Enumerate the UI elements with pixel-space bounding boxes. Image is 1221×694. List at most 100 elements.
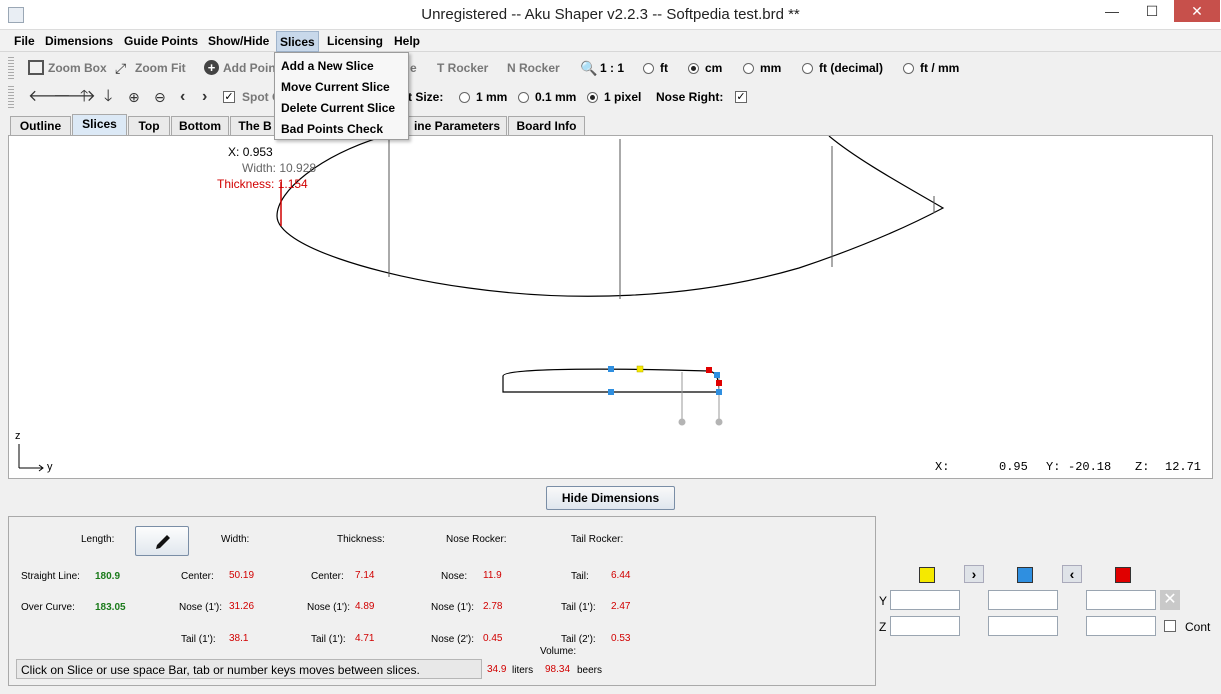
unit-ft-decimal-label[interactable]: ft (decimal)	[819, 61, 883, 75]
control-point-yellow	[636, 365, 644, 373]
unit-ft-mm-label[interactable]: ft / mm	[920, 61, 959, 75]
board-drawing[interactable]	[9, 136, 1212, 478]
zoom-box-icon[interactable]	[28, 60, 44, 75]
maximize-button[interactable]: ☐	[1135, 0, 1169, 22]
tab-top[interactable]: Top	[128, 116, 170, 136]
red-z-input[interactable]	[1086, 616, 1156, 636]
scale-icon[interactable]: 🔍	[580, 60, 597, 76]
unit-ft-radio[interactable]	[643, 63, 654, 74]
zoom-fit-icon[interactable]: ⤢	[115, 60, 126, 76]
zoom-in-icon[interactable]: ⊕	[128, 89, 140, 105]
unit-ft-label[interactable]: ft	[660, 61, 668, 75]
menu-licensing[interactable]: Licensing	[324, 33, 386, 51]
blue-y-input[interactable]	[988, 590, 1058, 610]
unit-ft-mm-radio[interactable]	[903, 63, 914, 74]
menu-dimensions[interactable]: Dimensions	[42, 33, 116, 51]
menu-move-current-slice[interactable]: Move Current Slice	[281, 80, 390, 94]
unit-mm-radio[interactable]	[743, 63, 754, 74]
z-readout-label: Z:	[1135, 460, 1150, 474]
width-value: 10.928	[279, 161, 317, 175]
arrow-up-icon[interactable]: 🡑	[80, 89, 88, 105]
chevron-right-icon[interactable]: ›	[202, 89, 207, 105]
nose-right-checkbox[interactable]: ✓	[735, 91, 747, 103]
yellow-y-input[interactable]	[890, 590, 960, 610]
yellow-z-input[interactable]	[890, 616, 960, 636]
control-point-blue-4	[716, 389, 722, 395]
red-y-input[interactable]	[1086, 590, 1156, 610]
thickness-nose1-label: Nose (1'):	[307, 602, 351, 613]
clear-icon[interactable]: ✕	[1160, 590, 1180, 610]
over-curve-label: Over Curve:	[21, 602, 75, 613]
unit-cm-label[interactable]: cm	[705, 61, 722, 75]
tab-the-board[interactable]: The B	[230, 116, 280, 136]
toolbar-grip[interactable]	[8, 57, 14, 79]
tab-outline[interactable]: Outline	[10, 116, 71, 136]
step-01mm-radio[interactable]	[518, 92, 529, 103]
toolbar-main: Zoom Box ⤢ Zoom Fit + Add Poin e T Rocke…	[8, 54, 1213, 82]
width-label: Width:	[242, 161, 277, 175]
menu-guide-points[interactable]: Guide Points	[121, 33, 201, 51]
zoom-fit-button[interactable]: Zoom Fit	[135, 61, 186, 75]
step-size-label: t Size:	[408, 90, 444, 104]
x-readout-label: X:	[935, 460, 950, 474]
toolbar-partial-label[interactable]: e	[410, 61, 417, 75]
title-bar: Unregistered -- Aku Shaper v2.2.3 -- Sof…	[0, 0, 1221, 30]
z-field-label: Z	[879, 620, 887, 634]
chevron-left-icon[interactable]: ‹	[180, 89, 185, 105]
step-1pixel-radio[interactable]	[587, 92, 598, 103]
dimensions-panel: Length: Width: Thickness: Nose Rocker: T…	[8, 516, 876, 686]
drawing-canvas[interactable]: X: 0.953 Width: 10.928 Thickness: 1.154 …	[8, 135, 1213, 479]
step-1pixel-label[interactable]: 1 pixel	[604, 90, 641, 104]
menu-bad-points-check[interactable]: Bad Points Check	[281, 122, 383, 136]
menu-add-new-slice[interactable]: Add a New Slice	[281, 59, 374, 73]
hide-dimensions-button[interactable]: Hide Dimensions	[546, 486, 675, 510]
status-message: Click on Slice or use space Bar, tab or …	[16, 659, 482, 679]
unit-mm-label[interactable]: mm	[760, 61, 781, 75]
t-rocker-button[interactable]: T Rocker	[437, 61, 488, 75]
menu-slices[interactable]: Slices	[276, 31, 319, 52]
edit-length-button[interactable]	[135, 526, 189, 556]
y-axis-label: y	[47, 461, 53, 473]
arrow-down-icon[interactable]: 🡓	[104, 89, 112, 105]
n-rocker-button[interactable]: N Rocker	[507, 61, 560, 75]
menu-show-hide[interactable]: Show/Hide	[205, 33, 272, 51]
nose-rocker-nose-label: Nose:	[441, 571, 468, 582]
arrow-right-icon[interactable]: 🡒	[53, 89, 96, 105]
window-title: Unregistered -- Aku Shaper v2.2.3 -- Sof…	[421, 6, 800, 23]
menu-delete-current-slice[interactable]: Delete Current Slice	[281, 101, 395, 115]
tail-rocker-tail1-label: Tail (1'):	[561, 602, 596, 613]
scale-label[interactable]: 1 : 1	[600, 61, 624, 75]
next-point-button[interactable]: ›	[964, 565, 984, 583]
control-point-red-2	[716, 380, 722, 386]
tab-bottom[interactable]: Bottom	[171, 116, 229, 136]
zoom-box-button[interactable]: Zoom Box	[48, 61, 107, 75]
unit-ft-decimal-radio[interactable]	[802, 63, 813, 74]
menu-help[interactable]: Help	[391, 33, 423, 51]
unit-cm-radio[interactable]	[688, 63, 699, 74]
add-point-button[interactable]: Add Poin	[223, 61, 276, 75]
thickness-header: Thickness:	[337, 534, 385, 545]
add-point-icon[interactable]: +	[204, 60, 219, 75]
previous-point-button[interactable]: ‹	[1062, 565, 1082, 583]
tab-slices[interactable]: Slices	[72, 114, 127, 136]
red-point-swatch[interactable]	[1115, 567, 1131, 583]
nose-rocker-header: Nose Rocker:	[446, 534, 507, 545]
tab-board-info[interactable]: Board Info	[508, 116, 585, 136]
board-outline-curve	[276, 136, 945, 297]
blue-point-swatch[interactable]	[1017, 567, 1033, 583]
width-center-value: 50.19	[229, 570, 255, 581]
continuous-checkbox[interactable]	[1164, 620, 1176, 632]
close-button[interactable]: ✕	[1174, 0, 1220, 22]
step-1mm-label[interactable]: 1 mm	[476, 90, 507, 104]
step-1mm-radio[interactable]	[459, 92, 470, 103]
step-01mm-label[interactable]: 0.1 mm	[535, 90, 576, 104]
width-center-label: Center:	[181, 571, 214, 582]
zoom-out-icon[interactable]: ⊖	[154, 89, 166, 105]
menu-file[interactable]: File	[11, 33, 38, 51]
tab-machine-parameters[interactable]: ine Parameters	[407, 116, 507, 136]
spot-check-checkbox[interactable]: ✓	[223, 91, 235, 103]
blue-z-input[interactable]	[988, 616, 1058, 636]
yellow-point-swatch[interactable]	[919, 567, 935, 583]
toolbar-grip-2[interactable]	[8, 86, 14, 108]
minimize-button[interactable]: —	[1095, 0, 1129, 22]
